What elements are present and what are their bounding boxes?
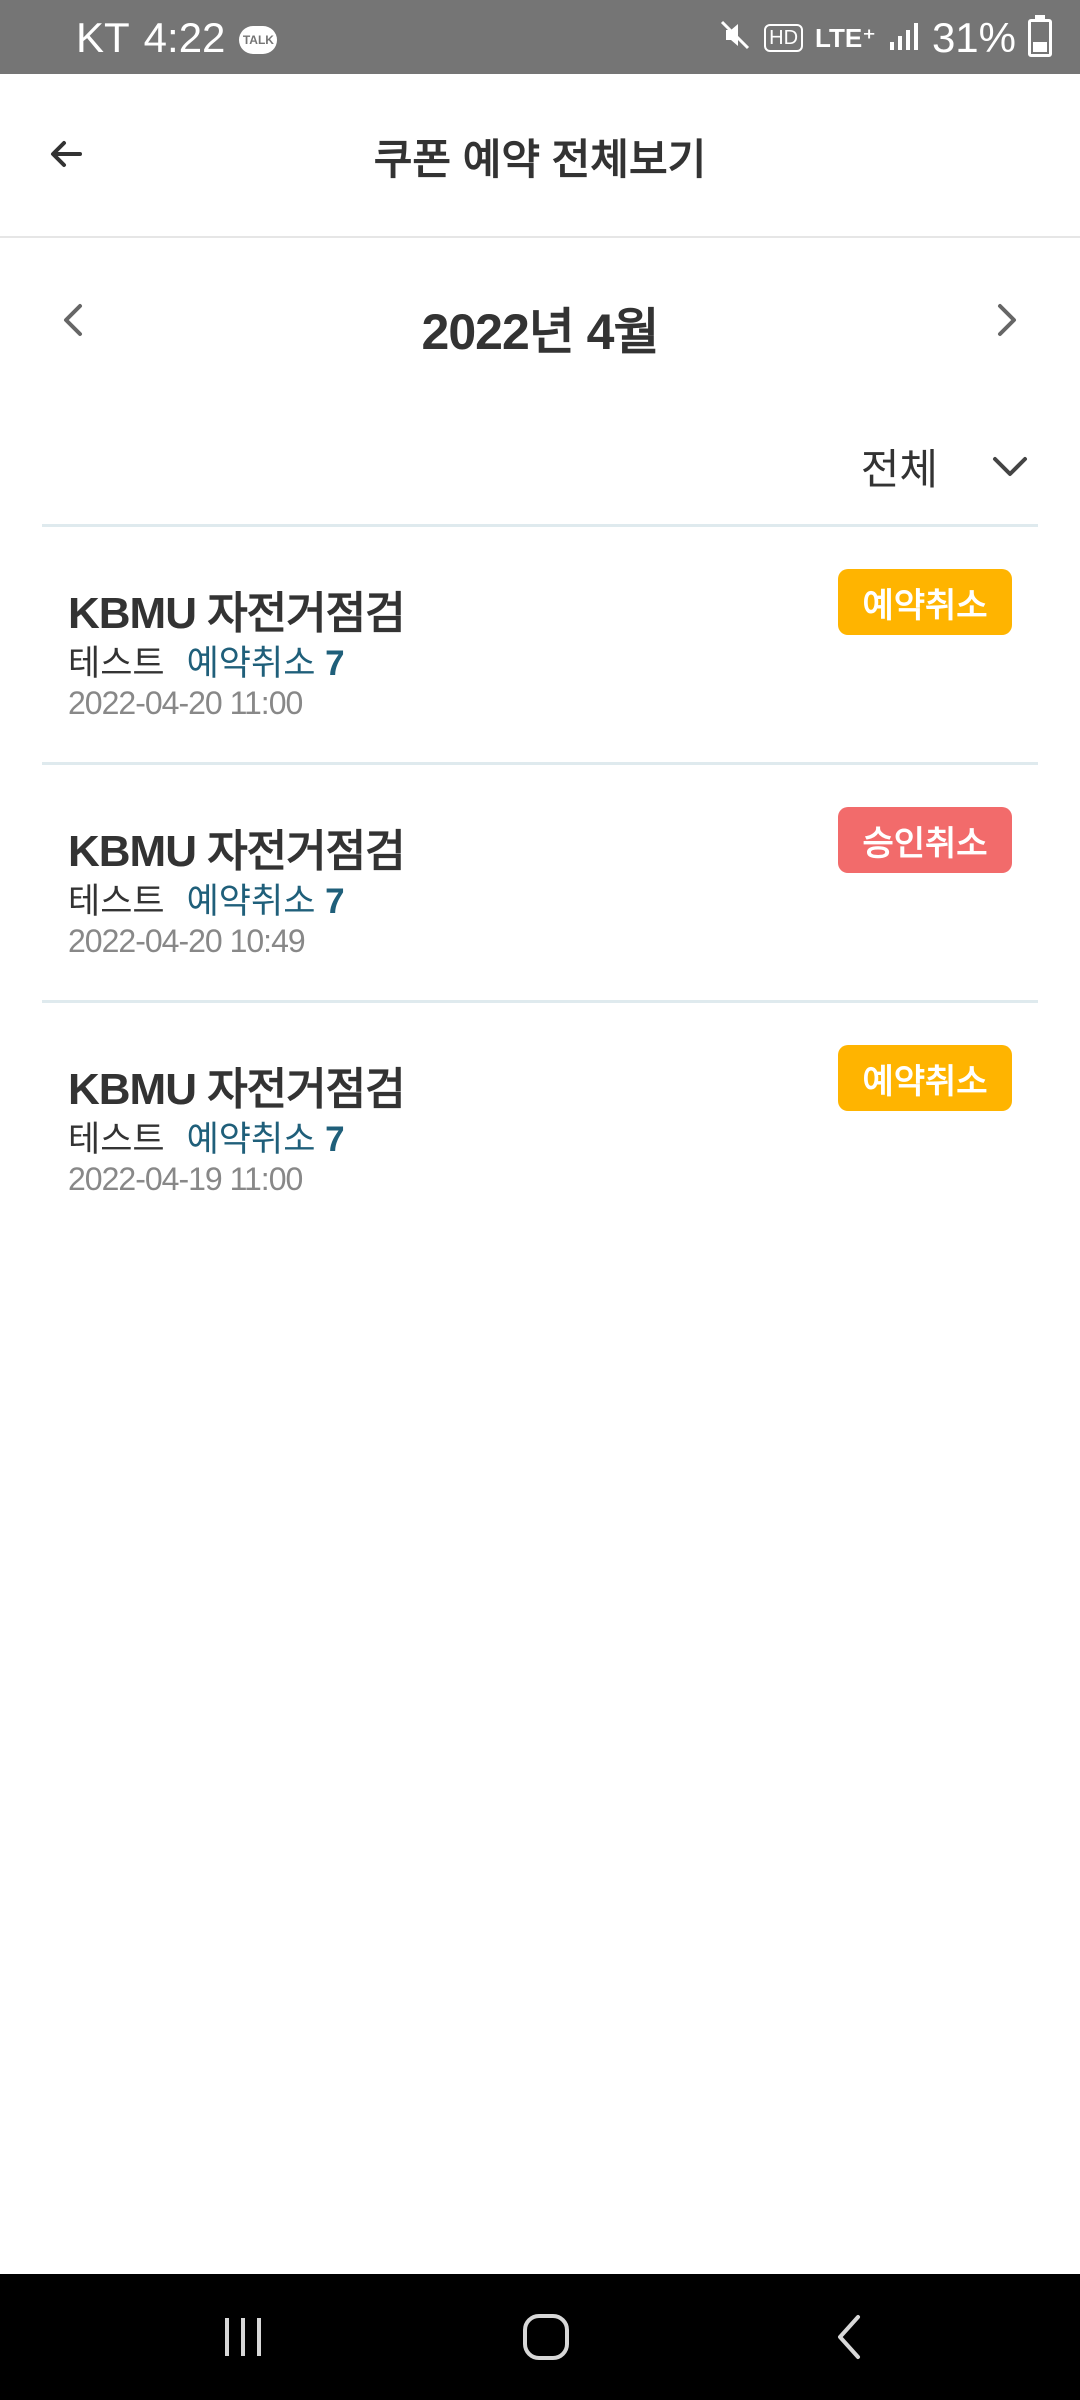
item-date: 2022-04-20 11:00 xyxy=(68,685,303,721)
list-item[interactable]: KBMU 자전거점검 테스트 예약취소 7 2022-04-20 11:00 예… xyxy=(42,524,1038,762)
next-month-button[interactable] xyxy=(982,290,1032,350)
recent-apps-button[interactable] xyxy=(183,2302,303,2372)
talk-icon: TALK xyxy=(239,26,278,54)
item-subline: 테스트 예약취소 7 xyxy=(68,873,345,924)
reservation-list: KBMU 자전거점검 테스트 예약취소 7 2022-04-20 11:00 예… xyxy=(42,524,1038,1238)
battery-icon xyxy=(1028,15,1052,57)
status-badge: 예약취소 xyxy=(838,569,1012,635)
list-item[interactable]: KBMU 자전거점검 테스트 예약취소 7 2022-04-20 10:49 승… xyxy=(42,762,1038,1000)
chevron-down-icon xyxy=(993,456,1027,476)
home-icon xyxy=(523,2314,569,2360)
lte-icon: LTE⁺ xyxy=(815,22,876,53)
item-status: 예약취소 xyxy=(186,882,316,921)
app-header: 쿠폰 예약 전체보기 xyxy=(0,74,1080,238)
status-badge: 승인취소 xyxy=(838,807,1012,873)
item-title: KBMU 자전거점검 xyxy=(68,1065,406,1114)
system-back-button[interactable] xyxy=(790,2302,910,2372)
item-status-group: 예약취소 7 xyxy=(187,635,345,686)
item-subname: 테스트 xyxy=(68,1120,165,1159)
filter-dropdown[interactable]: 전체 xyxy=(861,436,1030,497)
recent-apps-icon xyxy=(225,2318,261,2356)
list-item[interactable]: KBMU 자전거점검 테스트 예약취소 7 2022-04-19 11:00 예… xyxy=(42,1000,1038,1238)
clock: 4:22 xyxy=(143,14,226,61)
month-navigator: 2022년 4월 xyxy=(0,270,1080,370)
item-count: 7 xyxy=(325,1120,345,1159)
item-title: KBMU 자전거점검 xyxy=(68,589,406,638)
status-bar-left: KT 4:22 TALK xyxy=(76,14,278,62)
item-subname: 테스트 xyxy=(68,882,165,921)
item-subname: 테스트 xyxy=(68,644,165,683)
back-icon xyxy=(838,2315,860,2359)
item-count: 7 xyxy=(325,644,345,683)
page-title: 쿠폰 예약 전체보기 xyxy=(373,136,707,183)
item-status: 예약취소 xyxy=(186,1120,316,1159)
home-button[interactable] xyxy=(486,2302,606,2372)
mute-icon xyxy=(718,14,752,62)
month-label: 2022년 4월 xyxy=(421,304,660,360)
item-status-group: 예약취소 7 xyxy=(187,1111,345,1162)
chevron-right-icon xyxy=(998,304,1016,336)
item-count: 7 xyxy=(325,882,345,921)
item-subline: 테스트 예약취소 7 xyxy=(68,635,345,686)
item-subline: 테스트 예약취소 7 xyxy=(68,1111,345,1162)
status-bar: KT 4:22 TALK HD LTE⁺ 31% xyxy=(0,0,1080,74)
status-badge: 예약취소 xyxy=(838,1045,1012,1111)
item-status: 예약취소 xyxy=(186,644,316,683)
item-date: 2022-04-19 11:00 xyxy=(68,1161,303,1197)
carrier-label: KT xyxy=(76,14,130,61)
signal-icon xyxy=(888,14,920,62)
item-date: 2022-04-20 10:49 xyxy=(68,923,306,959)
system-nav-bar xyxy=(0,2274,1080,2400)
filter-selected-label: 전체 xyxy=(860,446,938,493)
status-bar-right: HD LTE⁺ 31% xyxy=(718,14,1052,62)
battery-percent: 31% xyxy=(931,14,1016,61)
item-title: KBMU 자전거점검 xyxy=(68,827,406,876)
item-status-group: 예약취소 7 xyxy=(187,873,345,924)
hd-icon: HD xyxy=(764,24,804,52)
